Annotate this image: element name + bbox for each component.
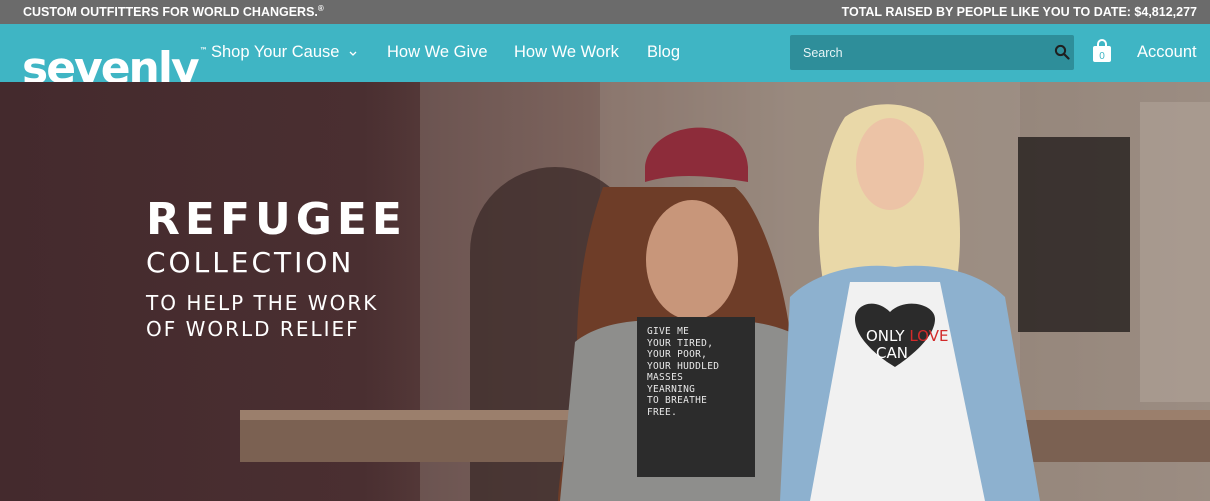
- shirt-text-left: GIVE ME YOUR TIRED, YOUR POOR, YOUR HUDD…: [647, 326, 719, 418]
- main-nav: sevenly ™ Shop Your Cause How We Give How…: [0, 24, 1210, 94]
- hero-title: REFUGEE: [146, 194, 407, 245]
- hero-line-1: TO HELP THE WORK: [146, 291, 379, 315]
- chevron-down-icon: [349, 51, 357, 56]
- shirt-text-right: ONLY LOVE CAN: [866, 328, 948, 362]
- search-icon[interactable]: [1054, 44, 1070, 60]
- shirt-line: YOUR POOR,: [647, 349, 708, 360]
- shirt-word-only: ONLY: [866, 327, 905, 345]
- hero-headline: REFUGEE COLLECTION TO HELP THE WORK OF W…: [146, 194, 407, 342]
- shirt-line: YOUR HUDDLED: [647, 360, 720, 372]
- hero-line-2: OF WORLD RELIEF: [146, 317, 360, 341]
- search-input[interactable]: [790, 35, 1040, 70]
- search-box: [790, 35, 1074, 70]
- total-raised: TOTAL RAISED BY PEOPLE LIKE YOU TO DATE:…: [841, 5, 1197, 19]
- tagline: CUSTOM OUTFITTERS FOR WORLD CHANGERS.®: [23, 4, 324, 20]
- nav-blog[interactable]: Blog: [647, 43, 680, 62]
- nav-how-we-work[interactable]: How We Work: [514, 43, 619, 62]
- hero-banner[interactable]: GIVE ME YOUR TIRED, YOUR POOR, YOUR HUDD…: [0, 82, 1210, 501]
- shirt-line: TO BREATHE: [647, 395, 708, 406]
- nav-shop-your-cause[interactable]: Shop Your Cause: [211, 43, 358, 62]
- nav-how-we-give[interactable]: How We Give: [387, 43, 488, 62]
- account-link[interactable]: Account: [1137, 43, 1197, 62]
- shopping-bag-icon[interactable]: 0: [1092, 39, 1112, 63]
- shirt-line: MASSES: [647, 372, 684, 383]
- shirt-line: YEARNING: [647, 383, 696, 395]
- shirt-line: GIVE ME: [647, 326, 690, 337]
- shirt-line: YOUR TIRED,: [647, 337, 714, 349]
- announcement-bar: CUSTOM OUTFITTERS FOR WORLD CHANGERS.® T…: [0, 0, 1210, 24]
- hero-subtitle: COLLECTION: [146, 246, 355, 279]
- shirt-word-can: CAN: [876, 344, 908, 362]
- cart-count: 0: [1099, 51, 1105, 62]
- shirt-line: FREE.: [647, 406, 678, 418]
- shirt-word-love: LOVE: [909, 327, 949, 345]
